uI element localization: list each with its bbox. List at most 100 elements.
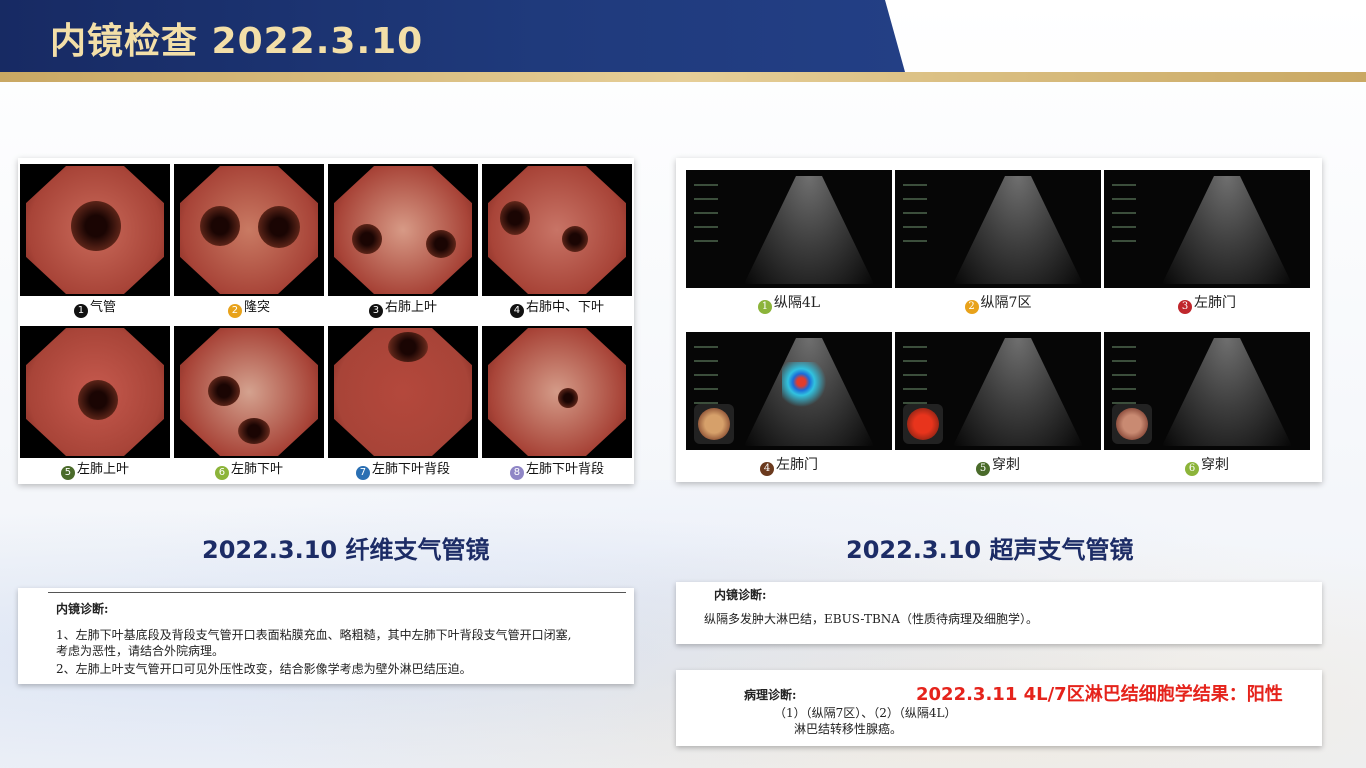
- number-badge: 4: [760, 462, 774, 476]
- number-badge: 2: [964, 300, 979, 314]
- ebus-image-label: 3 左肺门: [1104, 288, 1310, 332]
- ebus-image-item: 6 穿刺: [1104, 332, 1310, 494]
- ebus-image-panel: 1 纵隔4L 2 纵隔7区 3 左肺门 4 左肺门 5 穿刺 6 穿刺: [676, 158, 1322, 482]
- airway-opening: [388, 332, 428, 362]
- scale-ticks: [1112, 184, 1136, 254]
- ebus-image-label: 5 穿刺: [895, 450, 1101, 494]
- bronchoscopy-image-label: 7 左肺下叶背段: [328, 458, 478, 482]
- doppler-flow: [782, 362, 830, 412]
- endoscopy-image: [482, 164, 632, 296]
- inset-view: [1116, 408, 1148, 440]
- number-badge: 1: [73, 304, 88, 318]
- endoscopic-inset: [694, 404, 734, 444]
- label-text: 左肺下叶背段: [525, 462, 604, 477]
- endoscopy-image: [482, 326, 632, 458]
- pathology-line: （1）（纵隔7区）、（2）（纵隔4L）: [774, 706, 957, 720]
- label-text: 左肺门: [1194, 295, 1236, 311]
- bronchoscopy-image-item: 6 左肺下叶: [174, 326, 324, 482]
- label-text: 左肺上叶: [76, 462, 129, 477]
- bronchoscopy-image-label: 2 隆突: [174, 296, 324, 320]
- number-badge: 6: [1185, 462, 1199, 476]
- endoscopic-inset: [1112, 404, 1152, 444]
- ultrasound-fan: [953, 176, 1083, 284]
- scale-ticks: [903, 184, 927, 254]
- airway-opening: [562, 226, 588, 252]
- airway-view: [488, 166, 626, 294]
- number-badge: 2: [227, 304, 242, 318]
- ebus-image-label: 4 左肺门: [686, 450, 892, 494]
- bronchoscopy-image-label: 6 左肺下叶: [174, 458, 324, 482]
- endoscopic-inset: [903, 404, 943, 444]
- inset-view: [907, 408, 939, 440]
- label-text: 穿刺: [992, 457, 1020, 473]
- report-line: 2、左肺上叶支气管开口可见外压性改变，结合影像学考虑为壁外淋巴结压迫。: [56, 662, 472, 676]
- endoscopy-image: [328, 326, 478, 458]
- ebus-image-item: 5 穿刺: [895, 332, 1101, 494]
- pathology-heading: 病理诊断:: [744, 688, 797, 702]
- cytology-result: 2022.3.11 4L/7区淋巴结细胞学结果：阳性: [916, 684, 1283, 705]
- ultrasound-image: [1104, 170, 1310, 288]
- report-line: 考虑为恶性，请结合外院病理。: [56, 644, 225, 658]
- number-badge: 3: [368, 304, 383, 318]
- bronchoscopy-image-item: 4 右肺中、下叶: [482, 164, 632, 320]
- endoscopy-image: [20, 326, 170, 458]
- airway-view: [180, 166, 318, 294]
- ultrasound-fan: [953, 338, 1083, 446]
- label-text: 右肺上叶: [384, 300, 437, 315]
- ultrasound-image: [1104, 332, 1310, 450]
- airway-opening: [208, 376, 240, 406]
- bronchoscopy-image-panel: 1 气管 2 隆突 3 右肺上叶 4 右肺中、下叶 5 左肺上叶 6 左肺下叶 7 左肺下叶背段 8 左肺下叶…: [18, 158, 634, 484]
- bronchoscopy-image-item: 2 隆突: [174, 164, 324, 320]
- ultrasound-image: [686, 332, 892, 450]
- bronchoscopy-image-label: 4 右肺中、下叶: [482, 296, 632, 320]
- airway-opening: [71, 201, 121, 251]
- endoscopy-image: [174, 164, 324, 296]
- ebus-report: 内镜诊断: 纵隔多发肿大淋巴结，EBUS-TBNA（性质待病理及细胞学）。: [676, 582, 1322, 644]
- airway-opening: [200, 206, 240, 246]
- bronchoscopy-image-item: 8 左肺下叶背段: [482, 326, 632, 482]
- ebus-image-label: 6 穿刺: [1104, 450, 1310, 494]
- airway-opening: [78, 380, 118, 420]
- number-badge: 5: [60, 466, 75, 480]
- slide-header: 内镜检查 2022.3.10: [0, 0, 1366, 72]
- ebus-image-item: 2 纵隔7区: [895, 170, 1101, 332]
- airway-view: [488, 328, 626, 456]
- number-badge: 7: [355, 466, 370, 480]
- report-line: 1、左肺下叶基底段及背段支气管开口表面粘膜充血、略粗糙，其中左肺下叶背段支气管开…: [56, 628, 572, 642]
- ultrasound-fan: [1162, 338, 1292, 446]
- airway-view: [26, 166, 164, 294]
- number-badge: 8: [509, 466, 524, 480]
- ebus-image-item: 4 左肺门: [686, 332, 892, 494]
- airway-opening: [352, 224, 382, 254]
- label-text: 纵隔4L: [773, 295, 821, 311]
- pathology-report: 病理诊断: （1）（纵隔7区）、（2）（纵隔4L） 淋巴结转移性腺癌。 2022…: [676, 670, 1322, 746]
- number-badge: 4: [509, 304, 524, 318]
- ultrasound-image: [686, 170, 892, 288]
- airway-opening: [426, 230, 456, 258]
- ebus-grid: 1 纵隔4L 2 纵隔7区 3 左肺门 4 左肺门 5 穿刺 6 穿刺: [686, 170, 1310, 494]
- number-badge: 5: [976, 462, 990, 476]
- label-text: 左肺门: [776, 457, 818, 473]
- label-text: 气管: [89, 300, 116, 315]
- ebus-caption: 2022.3.10 超声支气管镜: [846, 536, 1134, 564]
- airway-view: [180, 328, 318, 456]
- label-text: 右肺中、下叶: [525, 300, 604, 315]
- report-line: 纵隔多发肿大淋巴结，EBUS-TBNA（性质待病理及细胞学）。: [704, 612, 1038, 626]
- scale-ticks: [694, 184, 718, 254]
- ultrasound-image: [895, 332, 1101, 450]
- number-badge: 6: [214, 466, 229, 480]
- bronchoscopy-grid: 1 气管 2 隆突 3 右肺上叶 4 右肺中、下叶 5 左肺上叶 6 左肺下叶 7 左肺下叶背段 8 左肺下叶…: [20, 164, 632, 482]
- bronchoscopy-image-label: 8 左肺下叶背段: [482, 458, 632, 482]
- airway-view: [334, 328, 472, 456]
- bronchoscopy-image-label: 1 气管: [20, 296, 170, 320]
- bronchoscopy-image-item: 3 右肺上叶: [328, 164, 478, 320]
- bronchoscopy-image-item: 1 气管: [20, 164, 170, 320]
- airway-opening: [558, 388, 578, 408]
- airway-view: [26, 328, 164, 456]
- endoscopy-image: [20, 164, 170, 296]
- airway-opening: [258, 206, 300, 248]
- bronchoscopy-image-item: 7 左肺下叶背段: [328, 326, 478, 482]
- bronchoscopy-caption: 2022.3.10 纤维支气管镜: [202, 536, 490, 564]
- endoscopy-image: [328, 164, 478, 296]
- label-text: 穿刺: [1201, 457, 1229, 473]
